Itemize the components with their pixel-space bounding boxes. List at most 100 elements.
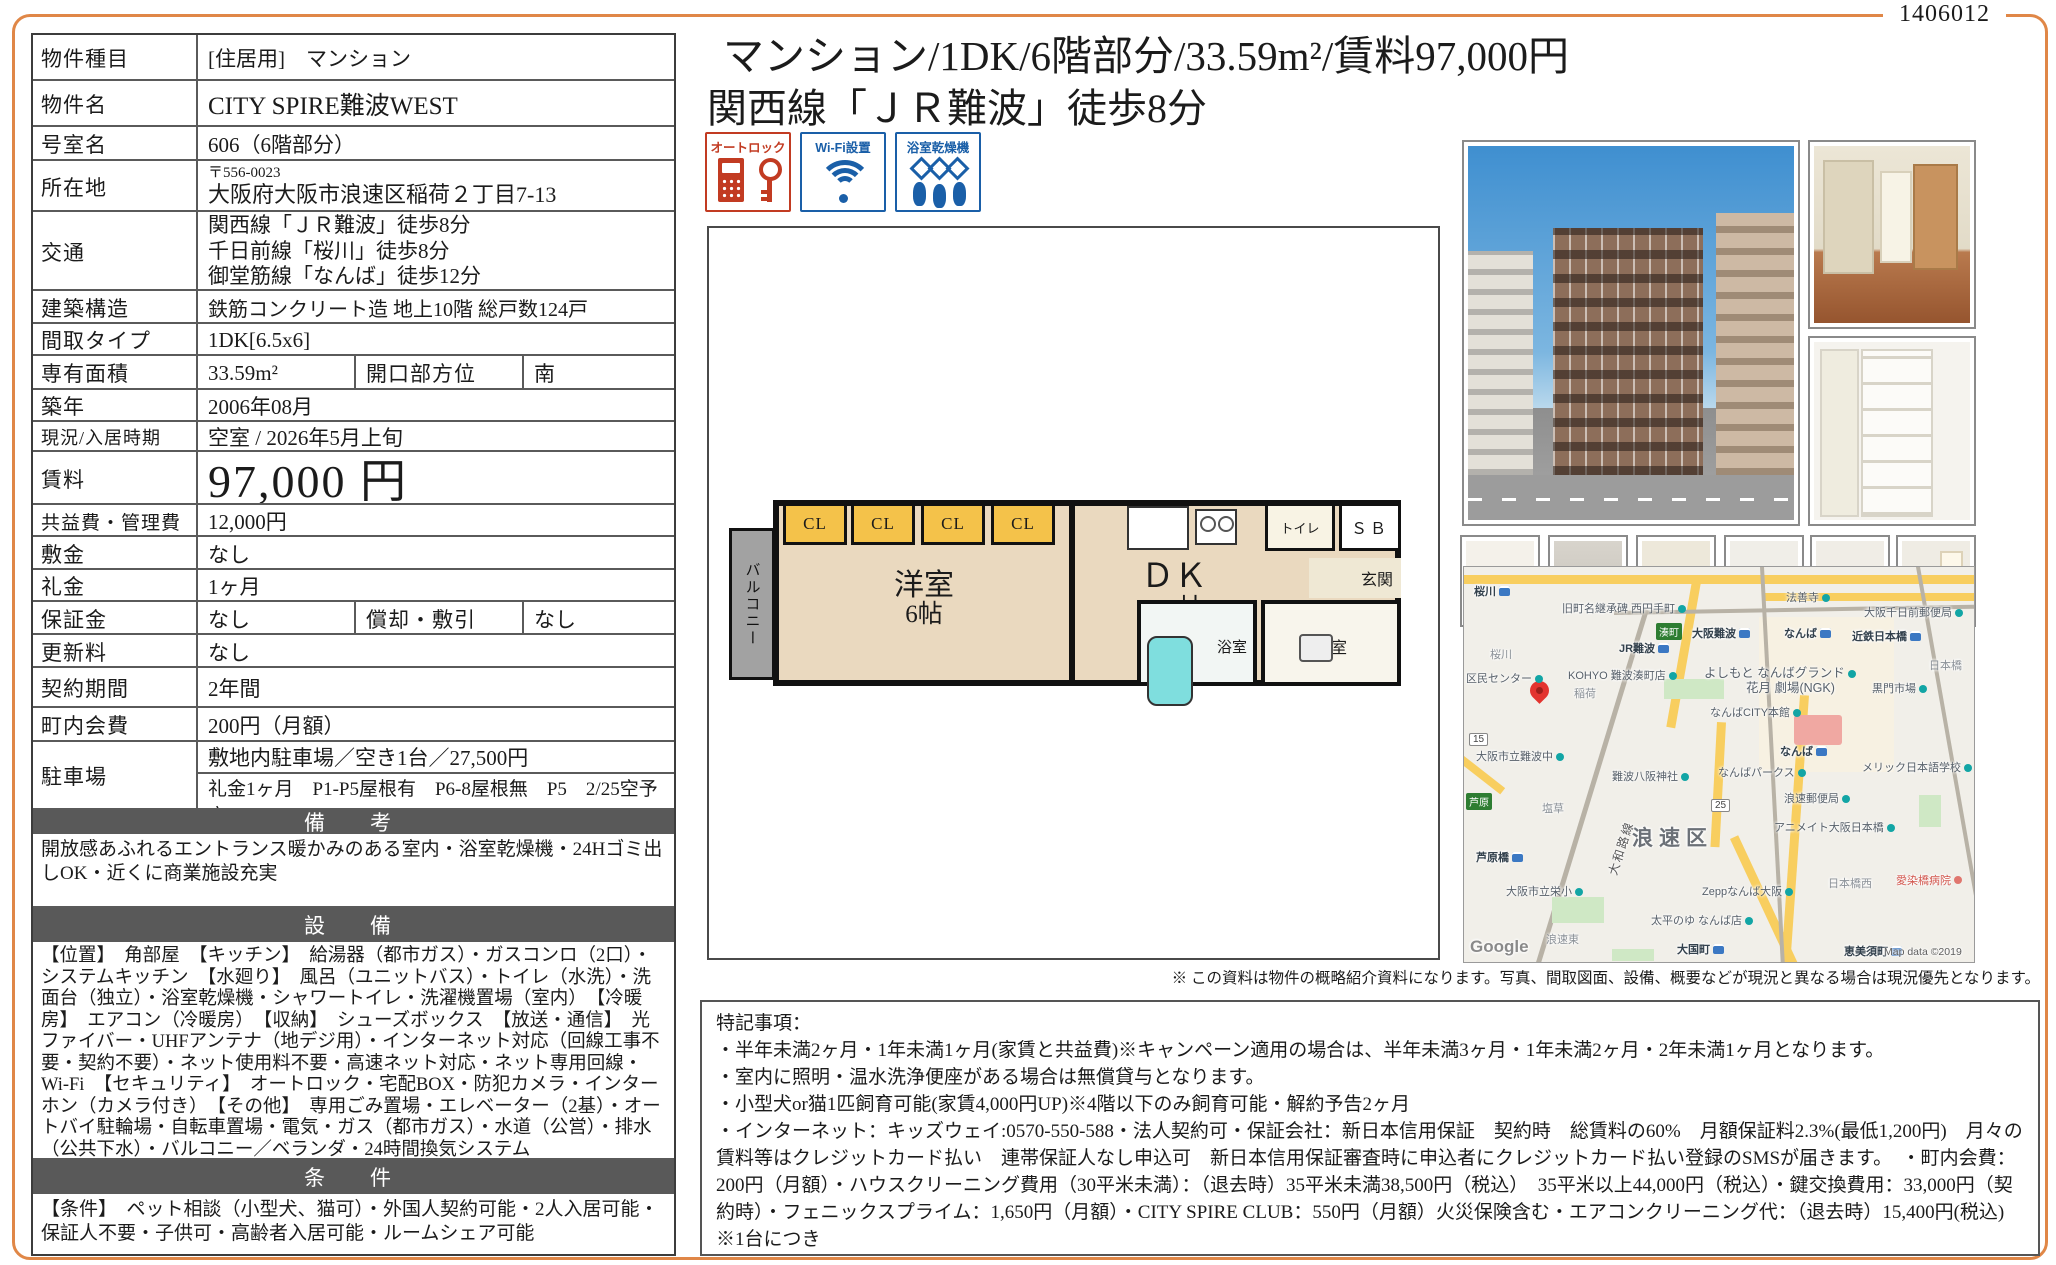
autolock-badge: オートロック	[705, 132, 791, 212]
washroom: 洗面室	[1261, 600, 1401, 686]
equipment-text: 【位置】 角部屋 【キッチン】 給湯器（都市ガス）・ガスコンロ（2口）・システム…	[33, 942, 674, 1158]
map-label: 稲荷	[1574, 685, 1596, 701]
label-built: 築年	[33, 390, 198, 420]
value-amortization: なし	[524, 602, 674, 633]
access-line: 関西線「ＪＲ難波」徒歩8分	[208, 213, 481, 239]
closet: CL	[991, 503, 1055, 545]
map-label: 近鉄日本橋	[1852, 628, 1921, 644]
map-label: KOHYO 難波湊町店	[1568, 667, 1677, 683]
map-label: 愛染橋病院	[1896, 872, 1962, 888]
headline-summary: マンション/1DK/6階部分/33.59m²/賃料97,000円	[723, 22, 2043, 82]
label-property-name: 物件名	[33, 81, 198, 125]
map-label: 黒門市場	[1872, 680, 1927, 696]
row-key-money: 礼金 1ヶ月	[33, 568, 674, 600]
closet: CL	[783, 503, 847, 545]
row-guarantee: 保証金 なし 償却・敷引 なし	[33, 600, 674, 633]
feature-badges: オートロック Wi-Fi設置 浴室乾燥機	[705, 132, 981, 212]
label-parking: 駐車場	[33, 742, 198, 808]
row-status: 現況/入居時期 空室 / 2026年5月上旬	[33, 420, 674, 450]
label-deposit: 敷金	[33, 537, 198, 568]
row-renewal-fee: 更新料 なし	[33, 633, 674, 666]
stove-icon	[1195, 509, 1237, 545]
neighbor-building	[1716, 213, 1794, 475]
row-parking: 駐車場 敷地内駐車場／空き1台／27,500円 礼金1ヶ月 P1-P5屋根有 P…	[33, 740, 674, 808]
wifi-icon-dot	[839, 194, 848, 203]
bath-dryer-badge-label: 浴室乾燥機	[897, 137, 979, 156]
value-built: 2006年08月	[198, 390, 674, 420]
label-common-fee: 共益費・管理費	[33, 505, 198, 535]
google-logo: Google	[1470, 937, 1529, 957]
map-label-district: 浪速区	[1632, 822, 1713, 852]
route-badge: 25	[1711, 799, 1730, 812]
map-label: 日本橋	[1929, 657, 1962, 673]
equipment-header-text: 設 備	[33, 908, 674, 942]
map-label: アニメイト大阪日本橋	[1774, 819, 1895, 835]
map-label: 浪速郵便局	[1784, 790, 1850, 806]
notes-line: ・室内に照明・温水洗浄便座がある場合は無償貸与となります。	[716, 1064, 2024, 1091]
row-contract-period: 契約期間 2年間	[33, 666, 674, 706]
label-guarantee: 保証金	[33, 602, 198, 633]
value-status: 空室 / 2026年5月上旬	[198, 422, 674, 450]
balcony-label: バルコニー	[742, 562, 763, 647]
map-label: 難波八阪神社	[1612, 768, 1689, 784]
special-notes: 特記事項： ・半年未満2ヶ月・1年未満1ヶ月(家賃と共益費)※キャンペーン適用の…	[700, 1000, 2040, 1256]
map-label: 区民センター	[1466, 670, 1543, 686]
map-label: 桜川	[1490, 646, 1512, 662]
label-rent: 賃料	[33, 452, 198, 503]
row-layout-type: 間取タイプ 1DK[6.5x6]	[33, 322, 674, 354]
value-layout-type: 1DK[6.5x6]	[198, 324, 674, 354]
bath-dryer-badge: 浴室乾燥機	[895, 132, 981, 212]
wifi-badge: Wi-Fi設置	[800, 132, 886, 212]
value-room-no: 606（6階部分）	[198, 127, 674, 159]
map-label: 塩草	[1542, 800, 1564, 816]
hanging-clothes-icon	[953, 182, 966, 206]
notes-line: ・小型犬or猫1匹飼育可能(家賃4,000円UP)※4階以下のみ飼育可能・解約予…	[716, 1091, 2024, 1118]
remarks-text: 開放感あふれるエントランス暖かみのある室内・浴室乾燥機・24Hゴミ出しOK・近く…	[33, 834, 674, 890]
label-status: 現況/入居時期	[33, 422, 198, 450]
label-town-fee: 町内会費	[33, 708, 198, 740]
bathtub-icon	[1147, 636, 1193, 706]
label-renewal-fee: 更新料	[33, 635, 198, 666]
key-icon-stem	[767, 178, 772, 202]
map-label: 桜川	[1474, 583, 1510, 599]
label-contract-period: 契約期間	[33, 668, 198, 706]
label-amortization: 償却・敷引	[356, 602, 524, 633]
bedroom-size: 6帖	[839, 602, 1009, 628]
row-town-fee: 町内会費 200円（月額）	[33, 706, 674, 740]
namba-city-building	[1794, 715, 1842, 745]
row-address: 所在地 〒556-0023 大阪府大阪市浪速区稲荷２丁目7-13	[33, 159, 674, 210]
photo-building-exterior	[1462, 140, 1800, 526]
map-label: 花月 劇場(NGK)	[1746, 677, 1835, 696]
photo-hallway	[1808, 140, 1976, 329]
value-town-fee: 200円（月額）	[198, 708, 674, 740]
washbasin-icon	[1299, 634, 1333, 662]
label-access: 交通	[33, 212, 198, 289]
map-attribution: Map data ©2019	[1884, 946, 1962, 958]
property-flyer: 1406012 物件種目 [住居用] マンション 物件名 CITY SPIRE難…	[0, 0, 2056, 1265]
value-area: 33.59m²	[198, 356, 356, 388]
conditions-row: 【条件】 ペット相談（小型犬、猫可）・外国人契約可能・2人入居可能・保証人不要・…	[33, 1194, 674, 1254]
remarks-header: 備 考	[33, 808, 674, 834]
row-rent: 賃料 97,000 円	[33, 450, 674, 503]
bathroom-label: 浴室	[1217, 636, 1247, 657]
value-common-fee: 12,000円	[198, 505, 674, 535]
disclaimer-text: ※ この資料は物件の概略紹介資料になります。写真、間取図面、設備、概要などが現況…	[700, 966, 2040, 988]
label-facing: 開口部方位	[356, 356, 524, 388]
value-deposit: なし	[198, 537, 674, 568]
conditions-header-text: 条 件	[33, 1160, 674, 1194]
label-property-type: 物件種目	[33, 35, 198, 79]
value-facing: 南	[524, 356, 674, 388]
map-label: 浪速東	[1546, 931, 1579, 947]
map-label: 大阪難波	[1692, 625, 1750, 641]
conditions-text: 【条件】 ペット相談（小型犬、猫可）・外国人契約可能・2人入居可能・保証人不要・…	[33, 1194, 674, 1254]
map-badge: 湊町	[1656, 623, 1682, 640]
row-room-no: 号室名 606（6階部分）	[33, 125, 674, 159]
label-address: 所在地	[33, 161, 198, 210]
map-label: 大阪市立栄小	[1506, 883, 1583, 899]
row-built: 築年 2006年08月	[33, 388, 674, 420]
label-key-money: 礼金	[33, 570, 198, 600]
equipment-header: 設 備	[33, 906, 674, 942]
hanging-clothes-icon	[913, 182, 926, 206]
map-badge: 芦原	[1466, 793, 1492, 810]
label-area: 専有面積	[33, 356, 198, 388]
